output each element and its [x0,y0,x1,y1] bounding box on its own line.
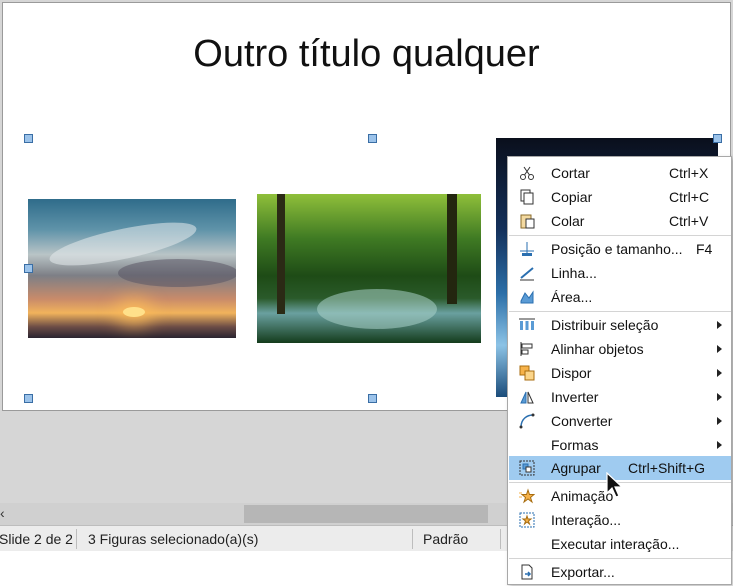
menu-shortcut: Ctrl+X [669,165,709,181]
menu-item-align[interactable]: Alinhar objetos [509,337,731,361]
menu-item-area[interactable]: Área... [509,285,731,309]
scroll-left-arrow[interactable]: ‹ [0,505,5,521]
submenu-arrow-icon [717,393,722,401]
line-icon [520,267,534,281]
menu-label: Animação [551,488,614,504]
convert-icon [519,413,535,429]
align-icon [520,342,533,356]
menu-item-run-interaction[interactable]: Executar interação... [509,532,731,556]
context-menu: Cortar Ctrl+X Copiar Ctrl+C Colar Ctrl+V… [507,156,732,585]
menu-label: Interação... [551,512,622,528]
menu-label: Exportar... [551,564,615,580]
menu-label: Dispor [551,365,592,381]
menu-label: Formas [551,437,599,453]
menu-shortcut: Ctrl+V [669,213,709,229]
interaction-icon [519,512,535,528]
menu-label: Colar [551,213,585,229]
sunset-sky-image[interactable] [28,199,236,338]
copy-icon [520,189,534,205]
menu-label: Converter [551,413,613,429]
status-slide-info: Slide 2 de 2 [0,531,73,547]
selection-handle-middle-left[interactable] [24,264,33,273]
menu-label: Linha... [551,265,597,281]
submenu-arrow-icon [717,369,722,377]
submenu-arrow-icon [717,321,722,329]
position-size-icon [520,242,534,256]
distribute-icon [519,318,535,330]
area-icon [520,290,534,304]
menu-item-paste[interactable]: Colar Ctrl+V [509,209,731,233]
mouse-cursor-icon [606,472,624,498]
forest-river-image[interactable] [257,194,481,343]
menu-item-distribute[interactable]: Distribuir seleção [509,313,731,337]
menu-label: Distribuir seleção [551,317,659,333]
slide-title[interactable]: Outro título qualquer [3,33,730,76]
menu-shortcut: Ctrl+C [669,189,710,205]
paste-icon [520,214,535,229]
animation-icon [519,488,535,504]
selection-handle-top-left[interactable] [24,134,33,143]
menu-item-export[interactable]: Exportar... [509,560,731,584]
menu-label: Área... [551,289,593,305]
menu-label: Posição e tamanho... [551,241,683,257]
menu-label: Inverter [551,389,599,405]
workspace: Outro título qualquer ‹ Slide 2 de 2 3 F… [0,0,733,586]
menu-label: Agrupar [551,460,601,476]
menu-item-convert[interactable]: Converter [509,409,731,433]
arrange-icon [519,365,535,381]
menu-item-interaction[interactable]: Interação... [509,508,731,532]
submenu-arrow-icon [717,441,722,449]
scrollbar-thumb[interactable] [244,505,488,523]
group-icon [519,460,535,476]
submenu-arrow-icon [717,417,722,425]
menu-label: Executar interação... [551,536,680,552]
menu-shortcut: F4 [696,241,713,257]
status-layout[interactable]: Padrão [423,531,468,547]
selection-handle-bottom-left[interactable] [24,394,33,403]
menu-label: Alinhar objetos [551,341,644,357]
menu-shortcut: Ctrl+Shift+G [628,460,706,476]
status-selection: 3 Figuras selecionado(a)(s) [88,531,259,547]
submenu-arrow-icon [717,345,722,353]
menu-item-shapes[interactable]: Formas [509,433,731,457]
flip-icon [520,391,534,404]
menu-item-arrange[interactable]: Dispor [509,361,731,385]
selection-handle-top-right[interactable] [713,134,722,143]
menu-item-flip[interactable]: Inverter [509,385,731,409]
selection-handle-bottom-center[interactable] [368,394,377,403]
export-icon [521,564,533,580]
menu-label: Cortar [551,165,590,181]
menu-label: Copiar [551,189,593,205]
scissors-icon [520,166,534,180]
menu-item-position-size[interactable]: Posição e tamanho... F4 [509,237,731,261]
menu-item-line[interactable]: Linha... [509,261,731,285]
selection-handle-top-center[interactable] [368,134,377,143]
menu-item-cut[interactable]: Cortar Ctrl+X [509,161,731,185]
menu-item-copy[interactable]: Copiar Ctrl+C [509,185,731,209]
